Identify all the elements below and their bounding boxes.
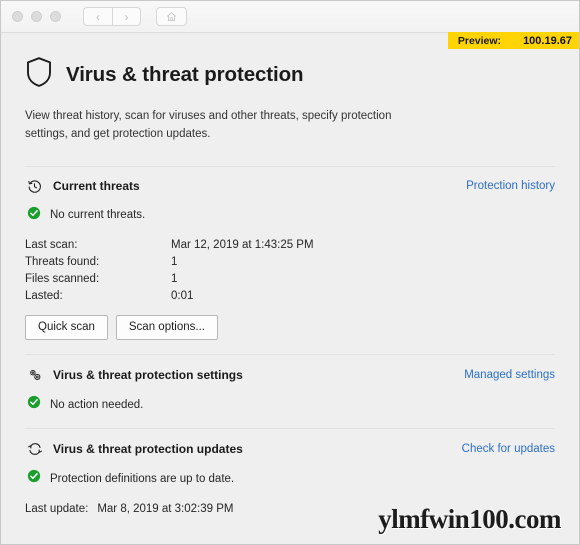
detail-label: Last scan:: [25, 238, 78, 251]
preview-label: Preview:: [457, 34, 502, 47]
status-text: No current threats.: [50, 209, 146, 222]
detail-value: Mar 12, 2019 at 1:43:25 PM: [171, 238, 314, 251]
section-header: Current threats Protection history: [25, 179, 555, 194]
section-title: Virus & threat protection settings: [53, 368, 243, 382]
history-clock-icon: [25, 179, 44, 194]
detail-value: 0:01: [171, 289, 194, 302]
section-title: Virus & threat protection updates: [53, 442, 243, 456]
detail-label: Files scanned:: [25, 272, 100, 285]
detail-row: Last scan: Mar 12, 2019 at 1:43:25 PM: [25, 239, 555, 251]
section-header: Virus & threat protection settings Manag…: [25, 367, 555, 383]
chevron-left-icon: ‹: [96, 9, 100, 24]
check-circle-icon: [27, 469, 41, 488]
back-button[interactable]: ‹: [83, 7, 112, 26]
status-row: No action needed.: [25, 395, 555, 414]
last-update-value: Mar 8, 2019 at 3:02:39 PM: [97, 503, 234, 515]
page-title: Virus & threat protection: [66, 62, 304, 86]
forward-button[interactable]: ›: [112, 7, 141, 26]
section-current-threats: Current threats Protection history No cu…: [25, 165, 555, 340]
zoom-button[interactable]: [50, 11, 61, 22]
detail-row: Files scanned: 1: [25, 273, 555, 285]
refresh-sync-icon: [25, 441, 44, 457]
detail-value: 1: [171, 255, 178, 268]
detail-value: 1: [171, 272, 178, 285]
check-for-updates-link[interactable]: Check for updates: [462, 443, 555, 455]
shield-icon: [25, 56, 53, 93]
home-button[interactable]: [156, 7, 187, 26]
home-icon: [166, 11, 177, 22]
section-header: Virus & threat protection updates Check …: [25, 441, 555, 457]
chevron-right-icon: ›: [124, 9, 129, 24]
scan-details-table: Last scan: Mar 12, 2019 at 1:43:25 PM Th…: [25, 239, 555, 302]
check-circle-icon: [27, 206, 41, 225]
status-text: No action needed.: [50, 398, 144, 411]
minimize-button[interactable]: [31, 11, 42, 22]
status-row: Protection definitions are up to date.: [25, 469, 555, 488]
protection-history-link[interactable]: Protection history: [466, 180, 555, 192]
close-button[interactable]: [12, 11, 23, 22]
content-area: Virus & threat protection View threat hi…: [1, 33, 579, 544]
detail-row: Threats found: 1: [25, 256, 555, 268]
managed-settings-link[interactable]: Managed settings: [464, 369, 555, 381]
detail-row: Lasted: 0:01: [25, 290, 555, 302]
section-title: Current threats: [53, 179, 140, 194]
title-bar: ‹ ›: [1, 1, 579, 33]
last-update-label: Last update:: [25, 503, 89, 515]
preview-badge: Preview: 100.19.67: [447, 32, 579, 49]
detail-label: Lasted:: [25, 289, 63, 302]
detail-label: Threats found:: [25, 255, 100, 268]
status-text: Protection definitions are up to date.: [50, 472, 235, 485]
scan-buttons: Quick scan Scan options...: [25, 314, 555, 340]
scan-options-button[interactable]: Scan options...: [115, 314, 218, 340]
watermark: ylmfwin100.com: [378, 504, 561, 534]
settings-gears-icon: [25, 367, 44, 383]
window-controls: [12, 11, 61, 22]
quick-scan-button[interactable]: Quick scan: [25, 314, 108, 340]
app-window: ‹ › Preview: 100.19.67 Virus & threat pr…: [0, 0, 580, 545]
section-protection-settings: Virus & threat protection settings Manag…: [25, 354, 555, 414]
status-row: No current threats.: [25, 206, 555, 225]
section-protection-updates: Virus & threat protection updates Check …: [25, 428, 555, 515]
preview-version: 100.19.67: [523, 34, 572, 47]
page-description: View threat history, scan for viruses an…: [25, 110, 392, 140]
check-circle-icon: [27, 395, 41, 414]
navigation-buttons: ‹ ›: [83, 7, 141, 26]
